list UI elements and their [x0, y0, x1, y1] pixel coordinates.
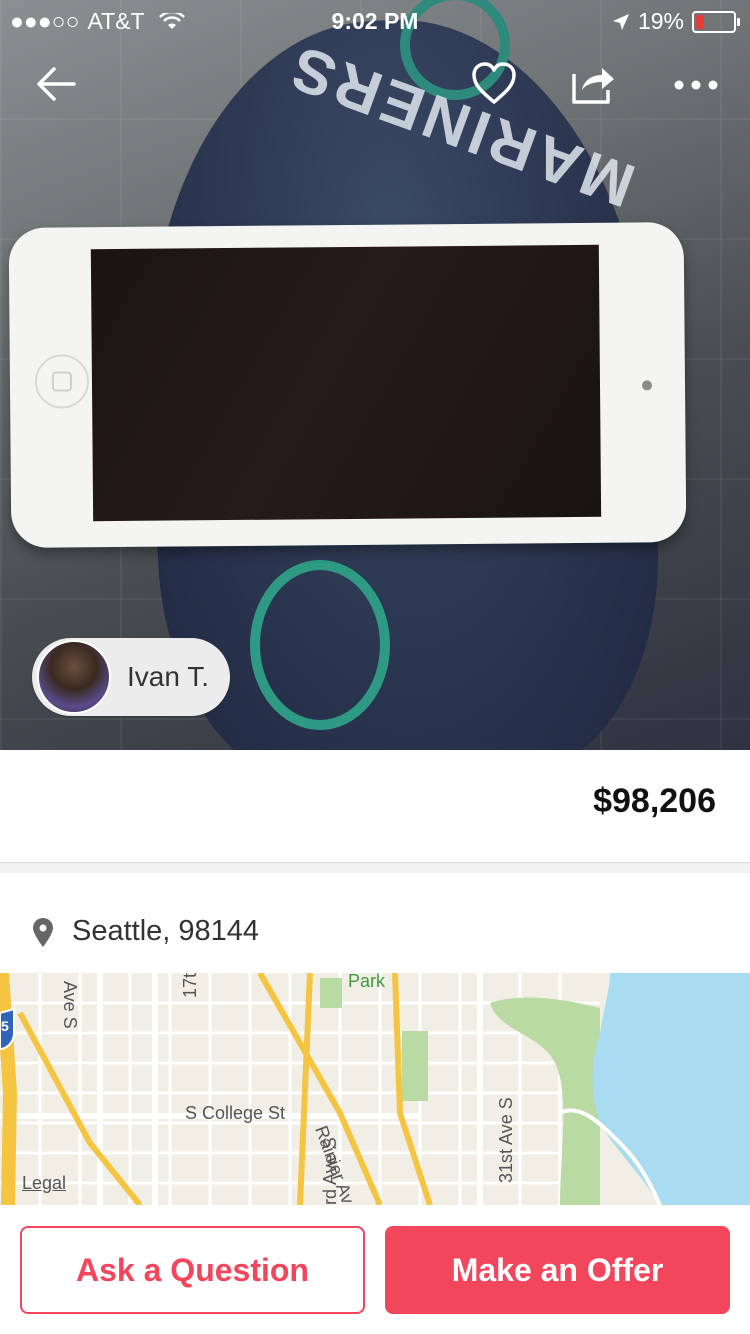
device-in-photo	[8, 222, 687, 548]
map-view[interactable]: Park Ave S 17th Ave S S College St Raini…	[0, 973, 750, 1205]
heart-icon[interactable]	[470, 60, 518, 108]
map-label-college: S College St	[185, 1103, 286, 1123]
status-bar: ●●●○○ AT&T 9:02 PM 19%	[0, 0, 750, 40]
make-offer-button[interactable]: Make an Offer	[385, 1226, 730, 1314]
section-divider	[0, 863, 750, 873]
device-camera	[641, 380, 653, 391]
status-right: 19%	[612, 8, 740, 35]
ask-question-button[interactable]: Ask a Question	[20, 1226, 365, 1314]
avatar	[37, 640, 111, 714]
device-home-button	[34, 354, 90, 409]
map-legal-link[interactable]: Legal	[22, 1173, 66, 1194]
location-row: Seattle, 98144	[0, 873, 750, 973]
interstate-shield-label: 5	[1, 1018, 9, 1034]
map-label-31st: 31st Ave S	[496, 1097, 516, 1183]
location-text: Seattle, 98144	[72, 915, 260, 947]
more-dots-icon[interactable]	[672, 78, 720, 92]
seller-name: Ivan T.	[127, 661, 209, 692]
share-icon[interactable]	[568, 60, 616, 108]
map-graphic	[0, 973, 750, 1205]
logo-shape	[250, 560, 390, 730]
price-section: $98,206	[0, 750, 750, 863]
device-screen	[90, 244, 602, 522]
price-label: $98,206	[593, 782, 716, 820]
battery-icon	[692, 10, 740, 33]
seller-chip[interactable]: Ivan T.	[32, 638, 230, 716]
map-label-17th: 17th Ave S	[180, 973, 201, 998]
battery-fill	[696, 14, 703, 29]
action-bar: Ask a Question Make an Offer	[0, 1205, 750, 1334]
listing-photo[interactable]: MARINERS ●●●○○ AT&T 9:02 PM 19% Ivan T.	[0, 0, 750, 750]
back-arrow-icon[interactable]	[32, 60, 80, 108]
map-label-ave: Ave S	[60, 981, 80, 1029]
location-arrow-icon	[612, 13, 629, 30]
location-pin-icon	[33, 918, 53, 947]
battery-percent: 19%	[637, 8, 684, 34]
map-label-park: Park	[348, 973, 386, 991]
map-label-rd-ave: rd Ave S	[320, 1137, 340, 1205]
